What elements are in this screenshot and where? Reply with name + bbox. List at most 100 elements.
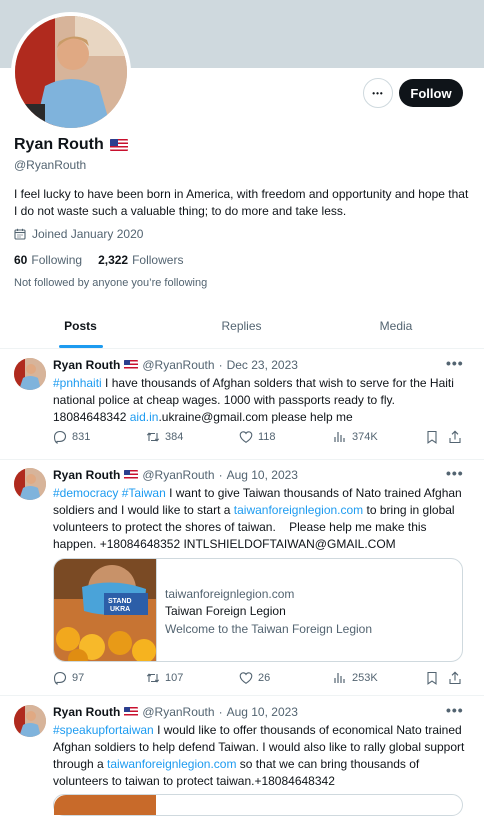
tweet-more-icon[interactable]: ••• <box>446 465 464 481</box>
tab-media-label: Media <box>379 319 413 333</box>
views-button[interactable]: 374K <box>333 430 378 444</box>
tweet-header: Ryan Routh @RyanRouth · Aug 10, 2023 <box>53 468 298 482</box>
svg-text:STAND: STAND <box>108 598 132 605</box>
tab-posts-label: Posts <box>64 319 97 333</box>
following-label: Following <box>31 253 83 267</box>
tweet-header: Ryan Routh @RyanRouth · Aug 10, 2023 <box>53 705 298 719</box>
tweet-more-icon[interactable]: ••• <box>446 355 464 371</box>
hashtag-link[interactable]: #speakupfortaiwan <box>53 723 154 737</box>
tweet-date[interactable]: Dec 23, 2023 <box>227 358 298 372</box>
tweet-more-icon[interactable]: ••• <box>446 702 464 718</box>
tweet-author-name[interactable]: Ryan Routh <box>53 358 120 372</box>
repost-icon <box>146 673 160 683</box>
tab-posts[interactable]: Posts <box>0 304 161 348</box>
tweet[interactable]: Ryan Routh @RyanRouth · Dec 23, 2023 •••… <box>0 349 484 460</box>
followers-label: Followers <box>132 253 184 267</box>
tweet-link[interactable]: taiwanforeignlegion.com <box>234 503 363 517</box>
bookmark-button[interactable] <box>425 671 439 685</box>
calendar-icon <box>14 228 26 240</box>
profile-avatar[interactable] <box>11 12 131 132</box>
hashtag-link[interactable]: #pnhhaiti <box>53 376 102 390</box>
share-button[interactable] <box>448 430 462 444</box>
views-icon <box>334 673 345 683</box>
tweet-actions: 831 384 118 374K <box>53 430 465 448</box>
views-button[interactable]: 253K <box>333 671 378 685</box>
active-tab-indicator <box>58 345 103 348</box>
followers-count: 2,322 <box>98 253 129 267</box>
profile-name: Ryan Routh <box>14 136 128 154</box>
reply-button[interactable]: 97 <box>53 671 84 685</box>
joined-text: Joined January 2020 <box>32 227 144 241</box>
profile-handle: @RyanRouth <box>14 158 87 172</box>
bookmark-button[interactable] <box>425 430 439 444</box>
following-count: 60 <box>14 253 28 267</box>
follow-label: Follow <box>410 85 452 101</box>
like-count: 118 <box>258 431 276 443</box>
more-icon: ••• <box>372 88 384 98</box>
tweet[interactable]: Ryan Routh @RyanRouth · Aug 10, 2023 •••… <box>0 695 484 800</box>
tab-replies[interactable]: Replies <box>161 304 322 348</box>
share-icon <box>449 671 461 685</box>
link-preview-card[interactable] <box>53 794 463 816</box>
reply-button[interactable]: 831 <box>53 430 90 444</box>
tab-replies-label: Replies <box>221 319 262 333</box>
heart-icon <box>239 672 253 684</box>
repost-button[interactable]: 107 <box>146 671 183 685</box>
tweet-text: #speakupfortaiwan I would like to offer … <box>53 722 465 790</box>
hashtag-link[interactable]: #Taiwan <box>122 486 166 500</box>
tweet-avatar-photo <box>14 358 46 390</box>
tweet-header: Ryan Routh @RyanRouth · Dec 23, 2023 <box>53 358 298 372</box>
tweet-actions: 97 107 26 253K <box>53 671 465 689</box>
share-button[interactable] <box>448 671 462 685</box>
tweet-avatar[interactable] <box>14 468 46 500</box>
heart-icon <box>239 431 253 443</box>
more-options-button[interactable]: ••• <box>363 78 393 108</box>
profile-tabs: Posts Replies Media <box>0 304 484 349</box>
tweet-date[interactable]: Aug 10, 2023 <box>227 705 298 719</box>
repost-icon <box>146 432 160 442</box>
tab-media[interactable]: Media <box>322 304 470 348</box>
tweet-avatar[interactable] <box>14 358 46 390</box>
reply-icon <box>53 671 67 685</box>
tweet-author-handle[interactable]: @RyanRouth <box>142 468 214 482</box>
tweet[interactable]: Ryan Routh @RyanRouth · Aug 10, 2023 •••… <box>0 459 484 696</box>
follow-stats: 60 Following 2,322 Followers <box>14 253 183 267</box>
tweet-link[interactable]: aid.in <box>130 410 159 424</box>
svg-text:UKRA: UKRA <box>110 606 130 613</box>
hashtag-link[interactable]: #democracy <box>53 486 118 500</box>
link-preview-image: STAND UKRA <box>54 559 157 661</box>
tweet-dot: · <box>218 358 223 372</box>
reply-icon <box>53 430 67 444</box>
repost-count: 107 <box>165 672 184 684</box>
reply-count: 97 <box>72 672 85 684</box>
like-button[interactable]: 118 <box>239 430 276 444</box>
tweet-text-part: .ukraine@gmail.com please help me <box>158 410 353 424</box>
tweet-dot: · <box>218 705 223 719</box>
bookmark-icon <box>427 430 437 444</box>
followers-link[interactable]: 2,322 Followers <box>98 253 183 267</box>
link-preview-photo: STAND UKRA <box>54 559 156 661</box>
follow-button[interactable]: Follow <box>399 79 463 107</box>
link-preview-card[interactable]: STAND UKRA taiwanforeignlegion.com Taiwa… <box>53 558 463 662</box>
tweet-date[interactable]: Aug 10, 2023 <box>227 468 298 482</box>
reply-count: 831 <box>72 431 91 443</box>
views-count: 374K <box>352 431 378 443</box>
repost-button[interactable]: 384 <box>146 430 183 444</box>
link-preview-image <box>54 795 156 815</box>
following-link[interactable]: 60 Following <box>14 253 82 267</box>
like-button[interactable]: 26 <box>239 671 270 685</box>
us-flag-icon <box>124 707 139 717</box>
tweet-link[interactable]: taiwanforeignlegion.com <box>107 757 236 771</box>
tweet-author-handle[interactable]: @RyanRouth <box>142 358 214 372</box>
tweet-author-name[interactable]: Ryan Routh <box>53 468 120 482</box>
tweet-avatar-photo <box>14 705 46 737</box>
profile-bio: I feel lucky to have been born in Americ… <box>14 187 469 218</box>
tweet-author-handle[interactable]: @RyanRouth <box>142 705 214 719</box>
tweet-author-name[interactable]: Ryan Routh <box>53 705 120 719</box>
tweet-avatar[interactable] <box>14 705 46 737</box>
views-count: 253K <box>352 672 378 684</box>
tweet-avatar-photo <box>14 468 46 500</box>
bookmark-icon <box>427 671 437 685</box>
profile-name-text: Ryan Routh <box>14 136 104 153</box>
card-title: Taiwan Foreign Legion <box>165 604 286 618</box>
